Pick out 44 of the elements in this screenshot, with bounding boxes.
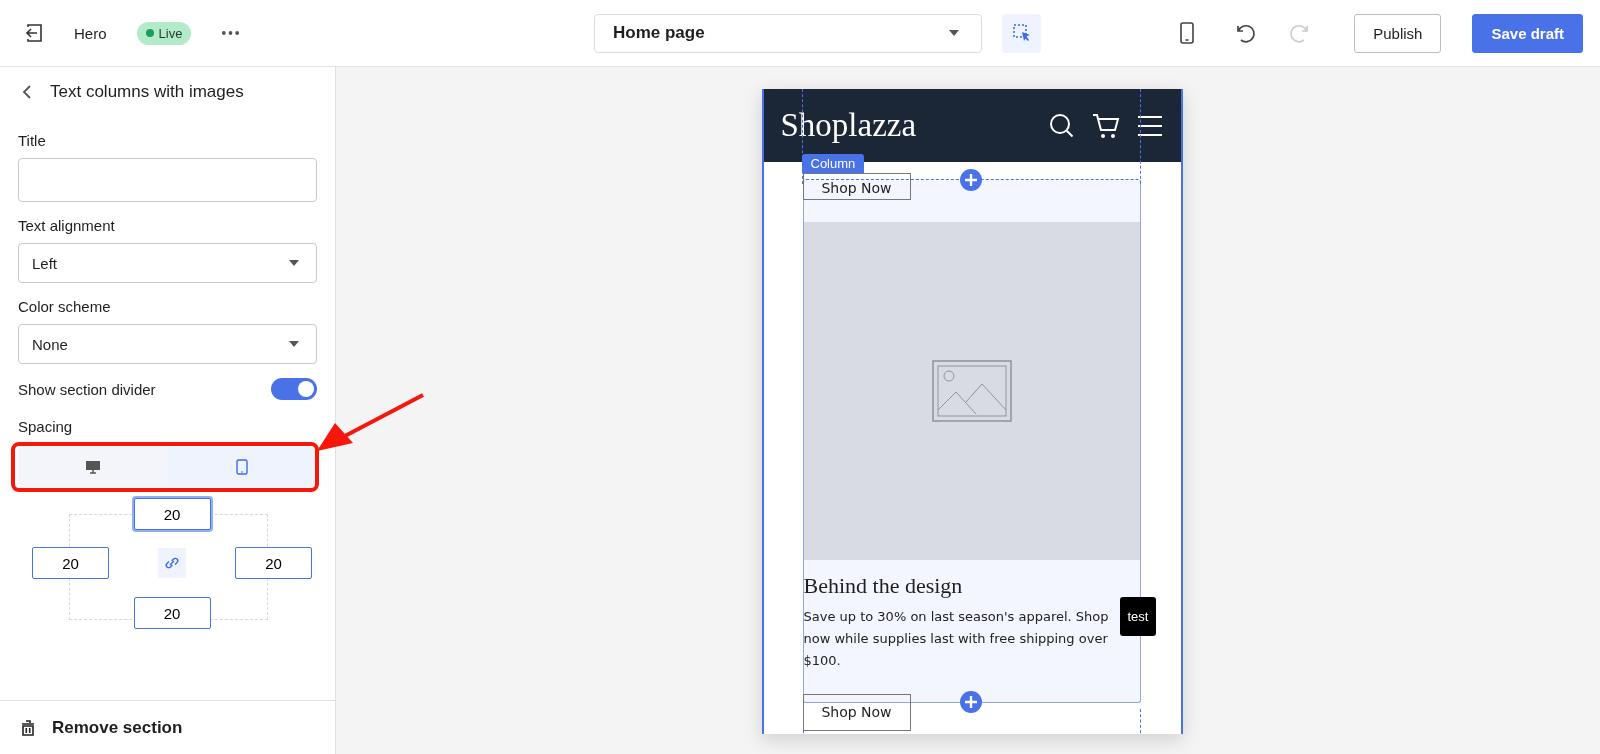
section-title: Hero [74,24,107,42]
dropdown[interactable]: None [18,324,317,364]
column-heading: Behind the design [803,573,964,599]
publish-button[interactable]: Publish [1354,13,1442,53]
caret-icon [289,260,299,266]
panel-heading: Text columns with images [50,82,244,102]
spacing-left-input[interactable]: 20 [32,547,109,579]
shop-now-button[interactable]: Shop Now [802,693,911,731]
spacing-right-input[interactable]: 20 [235,547,312,579]
select-tool-button[interactable] [1002,13,1041,53]
save-draft-button[interactable]: Save draft [1472,13,1583,53]
field-label: Show section divider [18,380,156,398]
link-icon[interactable] [158,548,186,578]
field-label: Title [18,132,47,149]
title-input[interactable] [18,158,317,202]
monitor-icon [84,460,101,474]
field-label: Text alignment [18,217,116,234]
more-icon[interactable] [221,30,241,36]
add-icon[interactable] [959,691,982,713]
column-text: Save up to 30% on last season's apparel. Shop now while supplies last with free shipping over $100. [803,608,1110,670]
shop-now-button[interactable]: Shop Now [802,173,911,200]
toggle-switch[interactable] [271,378,317,400]
spacing-top-input[interactable]: 20 [133,498,211,530]
field-label: Spacing [18,418,74,435]
image-icon [931,360,1012,422]
status-label: Live [158,25,183,41]
select-icon [1011,23,1032,43]
search-icon[interactable] [1047,111,1076,140]
cart-icon[interactable] [1091,111,1120,140]
spacing-bottom-input[interactable]: 20 [133,597,211,629]
dropdown[interactable]: Left [18,243,317,283]
remove-section-button[interactable]: Remove section [52,717,183,738]
page-select[interactable]: Home page [594,13,982,53]
field-label: Color scheme [18,298,112,315]
exit-icon[interactable] [24,23,44,43]
back-icon[interactable] [22,84,32,100]
tooltip: test [1119,597,1157,636]
add-icon[interactable] [959,169,982,191]
caret-icon [949,30,959,36]
column-tag: Column [801,154,865,173]
phone-icon [236,459,249,475]
trash-icon[interactable] [20,719,36,736]
store-logo[interactable]: Shoplazza [780,107,917,144]
caret-icon [289,341,299,347]
